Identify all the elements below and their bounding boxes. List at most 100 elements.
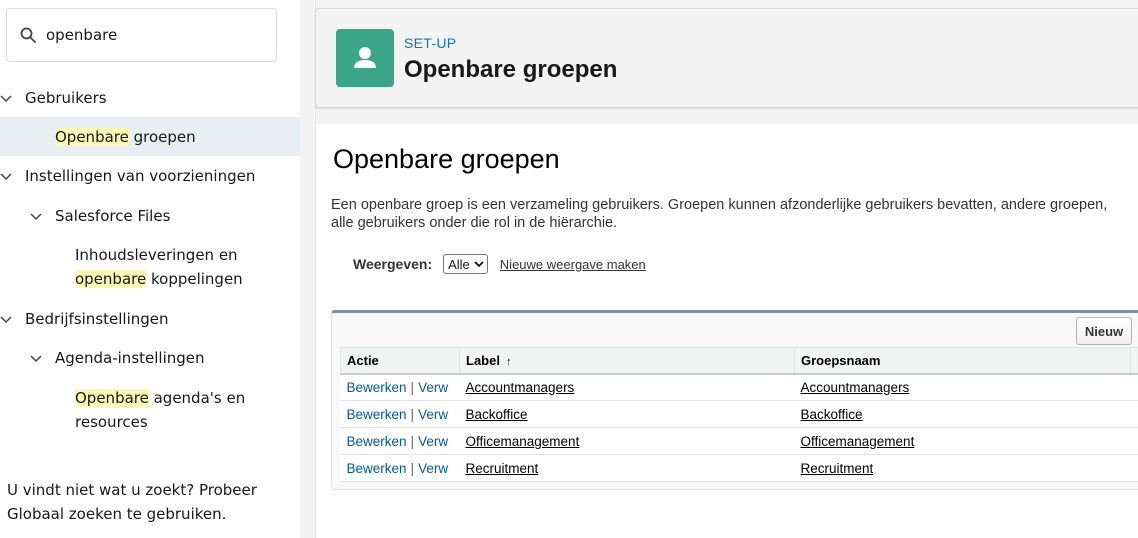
delete-link[interactable]: Verw	[418, 461, 448, 476]
tree-label-line1: Openbare agenda's en	[75, 386, 245, 410]
edit-link[interactable]: Bewerken	[347, 461, 407, 476]
col-header-extra[interactable]	[1130, 347, 1138, 375]
delete-link[interactable]: Verw	[418, 407, 448, 422]
user-icon	[354, 47, 376, 68]
content-title: Openbare groepen	[333, 144, 560, 174]
tree-item-agenda-instellingen[interactable]: Agenda-instellingen	[0, 346, 300, 370]
groepsnaam-link[interactable]: Accountmanagers	[801, 380, 910, 395]
label-link[interactable]: Accountmanagers	[466, 380, 575, 395]
cell-groepsnaam: Backoffice	[794, 400, 1131, 428]
tree-item-bedrijfsinstellingen[interactable]: Bedrijfsinstellingen	[0, 307, 300, 331]
row-actions: Bewerken | Verw	[340, 427, 460, 455]
cell-groepsnaam: Accountmanagers	[794, 373, 1131, 401]
search-highlight: openbare	[75, 270, 147, 288]
tree-item-instellingen[interactable]: Instellingen van voorzieningen	[0, 164, 300, 188]
chevron-down-icon[interactable]	[30, 210, 42, 222]
row-actions: Bewerken | Verw	[340, 373, 460, 401]
description-line2: alle gebruikers onder die rol in de hiër…	[331, 215, 618, 231]
delete-link[interactable]: Verw	[418, 380, 448, 395]
cell-label: Accountmanagers	[459, 373, 795, 401]
action-separator: |	[410, 460, 415, 476]
cell-label: Recruitment	[459, 454, 795, 482]
tree-label: Agenda-instellingen	[55, 349, 205, 367]
header-eyebrow: SET-UP	[404, 35, 457, 51]
groepsnaam-link[interactable]: Recruitment	[801, 461, 874, 476]
search-box[interactable]	[6, 8, 277, 62]
sort-arrow-up-icon: ↑	[505, 355, 512, 368]
help-text: U vindt niet wat u zoekt? Probeer Globaa…	[7, 481, 257, 523]
tree-item-gebruikers[interactable]: Gebruikers	[0, 86, 300, 110]
sidebar: Gebruikers Openbare groepen Instellingen…	[0, 0, 300, 538]
tree-label: Openbare groepen	[55, 125, 196, 149]
table-row: Bewerken | Verw Accountmanagers Accountmanag…	[340, 373, 1138, 401]
cell-groepsnaam: Recruitment	[794, 454, 1131, 482]
groepsnaam-link[interactable]: Backoffice	[801, 407, 863, 422]
chevron-down-icon	[474, 261, 484, 268]
tree-label: Bedrijfsinstellingen	[25, 310, 169, 328]
view-row: Weergeven: Alle Nieuwe weergave maken	[353, 254, 646, 274]
tree-label-line2: openbare koppelingen	[75, 267, 243, 291]
chevron-down-icon[interactable]	[0, 170, 12, 182]
view-label: Weergeven:	[353, 256, 433, 272]
action-separator: |	[410, 406, 415, 422]
table-row: Bewerken | Verw Officemanagement Officemanag…	[340, 427, 1138, 455]
row-actions: Bewerken | Verw	[340, 454, 460, 482]
tree-item-openbare-groepen[interactable]: Openbare groepen	[0, 117, 300, 156]
chevron-down-icon[interactable]	[0, 92, 12, 104]
main-content: Openbare groepen Een openbare groep is e…	[316, 124, 1138, 538]
tree-item-salesforce-files[interactable]: Salesforce Files	[0, 204, 300, 228]
edit-link[interactable]: Bewerken	[347, 434, 407, 449]
tree-label-rest: groepen	[128, 128, 196, 146]
action-separator: |	[410, 433, 415, 449]
tree-item-inhoudsleveringen[interactable]: Inhoudsleveringen en openbare koppelinge…	[0, 243, 300, 291]
action-separator: |	[410, 379, 415, 395]
view-select[interactable]: Alle	[443, 254, 488, 274]
tree-label-line2: resources	[75, 413, 148, 431]
search-highlight: Openbare	[55, 128, 129, 146]
description-line1: Een openbare groep is een verzameling ge…	[331, 197, 1108, 213]
label-link[interactable]: Officemanagement	[466, 434, 580, 449]
new-button[interactable]: Nieuw	[1076, 317, 1132, 345]
tree-label: Gebruikers	[25, 89, 107, 107]
label-link[interactable]: Backoffice	[466, 407, 528, 422]
page-title: Openbare groepen	[404, 56, 618, 83]
tree-label-rest: koppelingen	[146, 270, 243, 288]
label-link[interactable]: Recruitment	[466, 461, 539, 476]
chevron-down-icon[interactable]	[0, 313, 12, 325]
search-icon	[20, 27, 36, 43]
page-header: SET-UP Openbare groepen	[315, 8, 1138, 108]
tree-label-line1: Inhoudsleveringen en	[75, 246, 238, 264]
row-actions: Bewerken | Verw	[340, 400, 460, 428]
description: Een openbare groep is een verzameling ge…	[331, 196, 1138, 232]
search-input[interactable]	[46, 26, 246, 44]
cell-extra	[1130, 400, 1138, 428]
col-header-label-text: Label	[466, 352, 500, 368]
header-icon-tile	[336, 29, 394, 87]
new-view-link[interactable]: Nieuwe weergave maken	[500, 257, 646, 272]
table-row: Bewerken | Verw Recruitment Recruitment	[340, 454, 1138, 482]
cell-label: Officemanagement	[459, 427, 795, 455]
col-header-groepsnaam[interactable]: Groepsnaam	[794, 347, 1131, 375]
chevron-down-icon[interactable]	[30, 352, 42, 364]
tree-item-openbare-agendas[interactable]: Openbare agenda's en resources	[0, 386, 300, 434]
delete-link[interactable]: Verw	[418, 434, 448, 449]
cell-groepsnaam: Officemanagement	[794, 427, 1131, 455]
tree-label: Salesforce Files	[55, 207, 171, 225]
cell-extra	[1130, 427, 1138, 455]
search-highlight: Openbare	[75, 389, 149, 407]
edit-link[interactable]: Bewerken	[347, 407, 407, 422]
cell-label: Backoffice	[459, 400, 795, 428]
list-box: Nieuw Actie Label ↑ Groepsnaam Bewerken | V…	[331, 310, 1138, 490]
col-header-label[interactable]: Label ↑	[459, 347, 795, 375]
groups-table: Actie Label ↑ Groepsnaam Bewerken | Verw Acc…	[340, 347, 1138, 482]
table-row: Bewerken | Verw Backoffice Backoffice	[340, 400, 1138, 428]
tree-label-rest: agenda's en	[148, 389, 246, 407]
tree-label: Instellingen van voorzieningen	[25, 167, 256, 185]
view-select-value: Alle	[448, 256, 470, 272]
col-header-actie: Actie	[340, 347, 460, 375]
cell-extra	[1130, 373, 1138, 401]
cell-extra	[1130, 454, 1138, 482]
edit-link[interactable]: Bewerken	[347, 380, 407, 395]
groepsnaam-link[interactable]: Officemanagement	[801, 434, 915, 449]
table-header-row: Actie Label ↑ Groepsnaam	[340, 347, 1138, 375]
